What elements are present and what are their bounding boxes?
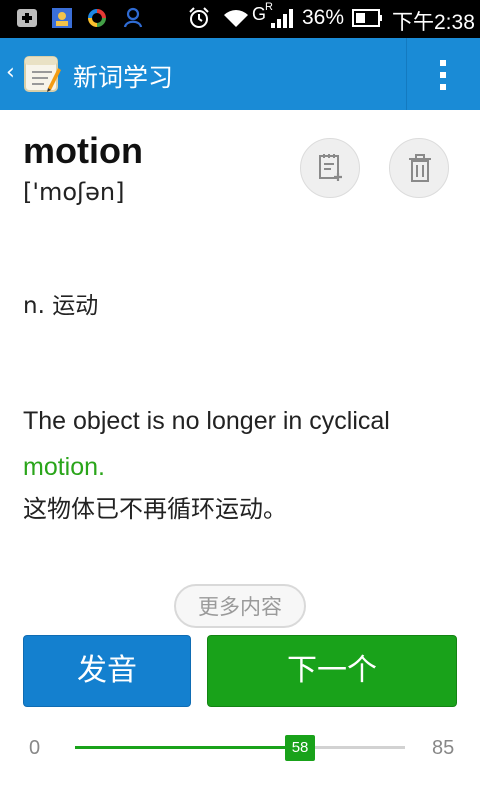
pronounce-button[interactable]: 发音 [23, 635, 191, 707]
battery-percent: 36% [302, 6, 345, 29]
delete-word-button[interactable] [389, 138, 449, 198]
account-icon [123, 7, 143, 28]
progress-min-label: 0 [29, 737, 41, 759]
progress-thumb[interactable]: 58 [285, 735, 316, 761]
action-bar-divider [406, 38, 407, 110]
example-text-before: The object is no longer in cyclical [23, 407, 390, 435]
alarm-icon [189, 7, 209, 28]
page-title: 新词学习 [73, 63, 174, 92]
example-text-after: . [98, 453, 105, 481]
progress-fill [75, 746, 301, 749]
progress-track[interactable] [75, 746, 405, 749]
battery-icon [352, 9, 382, 27]
notebook-app-icon[interactable] [22, 54, 62, 94]
add-to-notebook-button[interactable] [300, 138, 360, 198]
example-highlight-word: motion [23, 453, 99, 481]
trash-icon [409, 154, 431, 182]
signal-icon [271, 9, 293, 28]
definition-text: n. 运动 [23, 293, 99, 319]
status-bar: G R 36% 下午2:38 [0, 0, 480, 38]
wifi-icon [224, 10, 248, 27]
more-content-button[interactable]: 更多内容 [174, 584, 306, 628]
overflow-menu-icon[interactable] [436, 58, 452, 92]
headword: motion [23, 130, 143, 171]
action-bar: ‹ 新词学习 [0, 38, 480, 110]
example-translation: 这物体已不再循环运动。 [23, 495, 287, 523]
add-notification-icon [17, 9, 37, 27]
network-type: G [252, 4, 267, 24]
add-to-notebook-icon [319, 154, 342, 181]
sync-app-icon [88, 9, 106, 27]
contact-card-icon [52, 8, 72, 28]
back-chevron-icon[interactable]: ‹ [6, 60, 15, 85]
clock: 下午2:38 [392, 11, 475, 34]
example-sentence: The object is no longer in cyclical moti… [23, 398, 463, 490]
phonetic-transcription: ['moʃən] [23, 178, 125, 206]
progress-max-label: 85 [432, 737, 455, 759]
next-word-button[interactable]: 下一个 [207, 635, 457, 707]
